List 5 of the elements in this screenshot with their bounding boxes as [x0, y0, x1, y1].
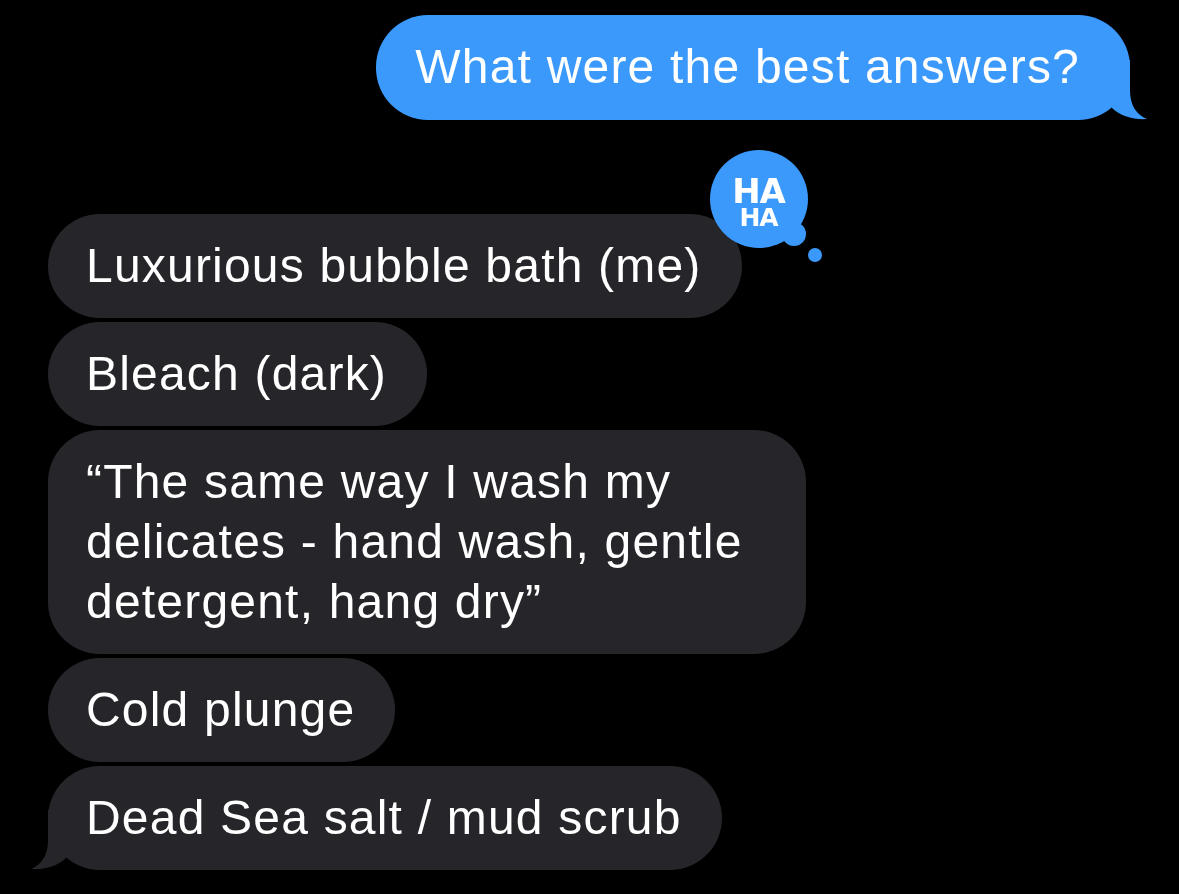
message-bubble: What were the best answers?	[376, 15, 1147, 120]
message-bubble: Cold plunge	[48, 658, 396, 762]
message-bubble: “The same way I wash my delicates - hand wash, gentle detergent, hang dry”	[48, 430, 806, 654]
message-bubble: Bleach (dark)	[48, 322, 428, 426]
message-bubble: Dead Sea salt / mud scrub	[31, 766, 722, 870]
